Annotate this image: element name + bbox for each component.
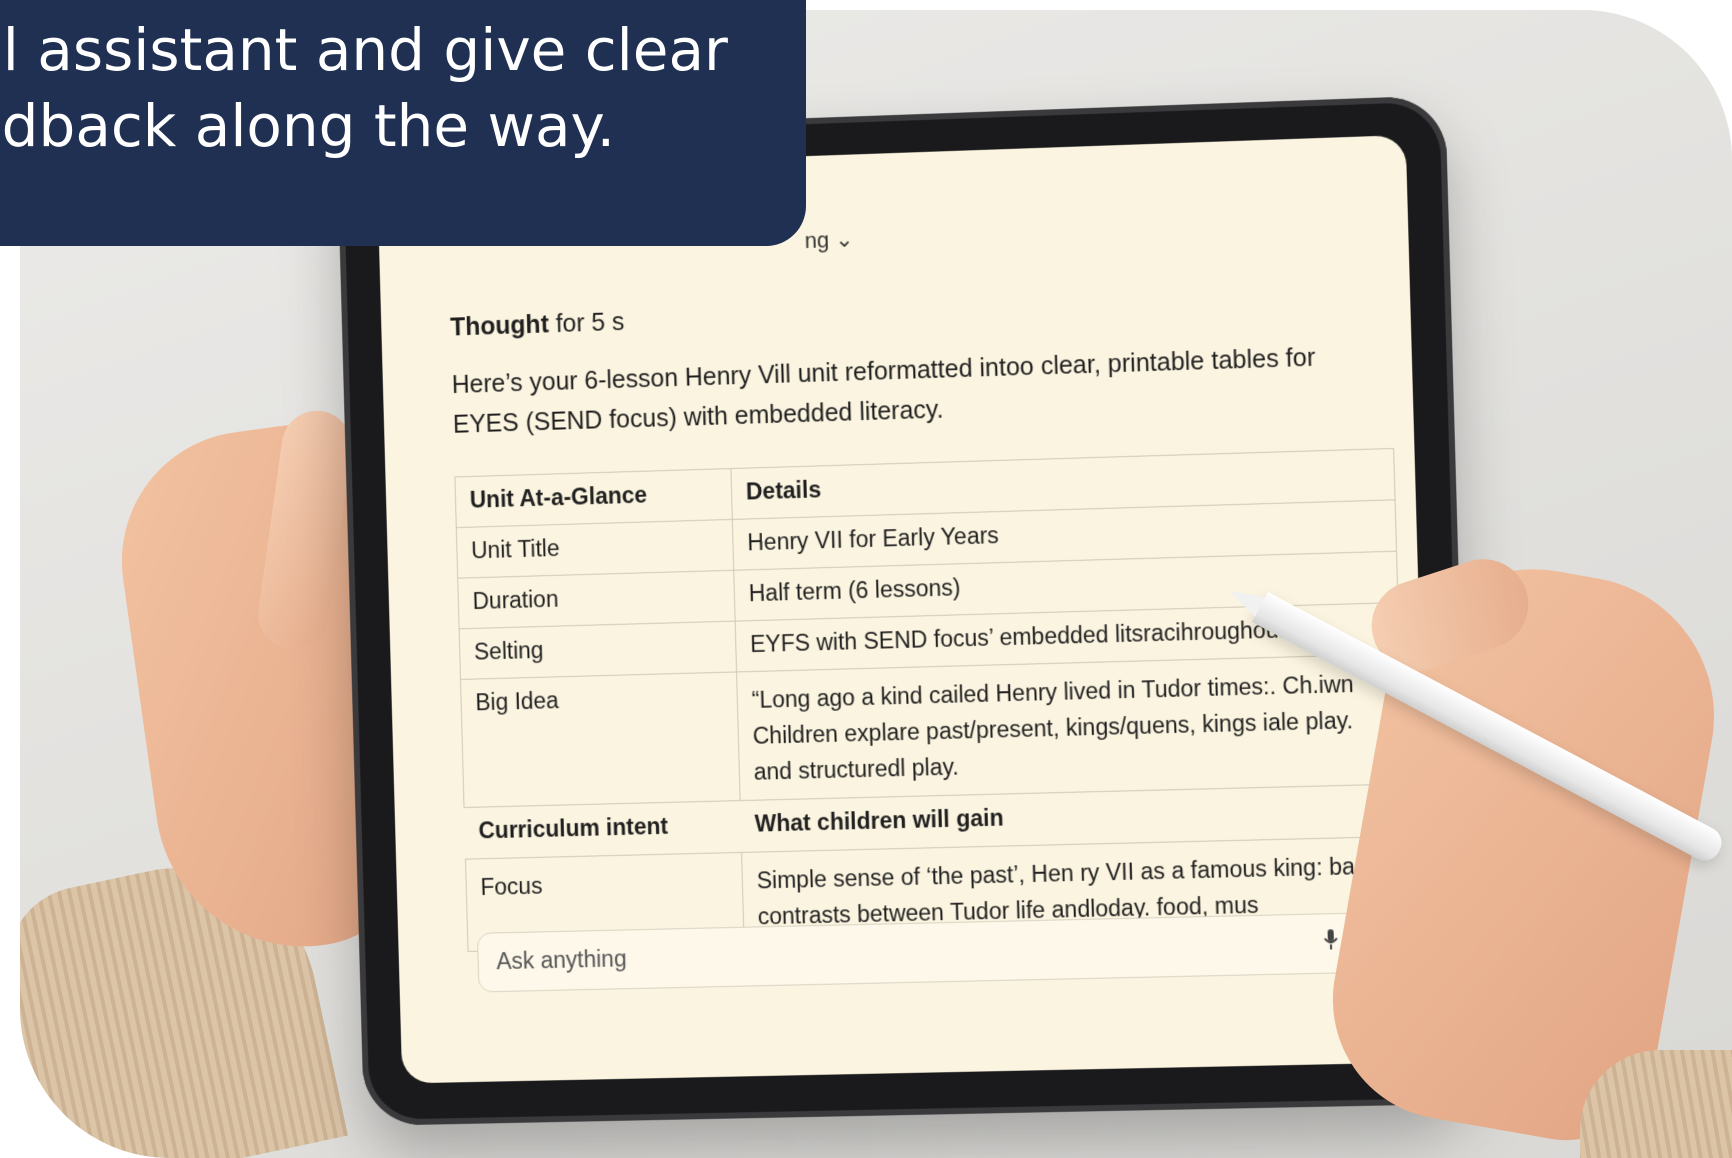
unit-at-a-glance-table: Unit At-a-Glance Details Unit Title Henr… bbox=[454, 448, 1404, 808]
header-cell: Curriculum intent bbox=[478, 812, 669, 844]
microphone-icon[interactable] bbox=[1323, 928, 1338, 950]
caption-text: ul assistant and give clear edback along… bbox=[0, 12, 786, 164]
row-key: Selting bbox=[459, 621, 737, 680]
thought-duration: for 5 s bbox=[548, 307, 625, 339]
response-intro: Here’s your 6-lesson Henry Vill unit ref… bbox=[451, 343, 1316, 439]
thought-prefix: Thought bbox=[449, 310, 550, 342]
thought-status: Thought for 5 s bbox=[450, 308, 625, 343]
model-selector[interactable]: ng ⌄ bbox=[804, 226, 854, 254]
row-key: Big Idea bbox=[460, 671, 741, 808]
caption-line-2: edback along the way. bbox=[0, 92, 616, 160]
caption-line-1: ul assistant and give clear bbox=[0, 16, 728, 84]
ask-placeholder: Ask anything bbox=[496, 945, 627, 975]
caption-banner: ul assistant and give clear edback along… bbox=[0, 0, 806, 246]
header-cell: Unit At-a-Glance bbox=[454, 468, 733, 528]
row-key: Unit Title bbox=[456, 519, 734, 579]
row-key: Duration bbox=[457, 570, 736, 629]
